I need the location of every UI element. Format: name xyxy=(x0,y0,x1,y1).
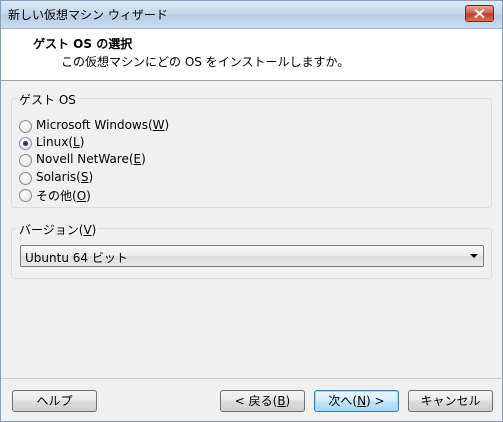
version-group-label: バージョン(V) xyxy=(17,221,99,238)
next-button[interactable]: 次へ(N) > xyxy=(314,390,399,412)
radio-label: Linux(L) xyxy=(36,135,85,149)
radio-label: その他(O) xyxy=(36,189,91,203)
radio-dot xyxy=(23,141,28,146)
radio-button[interactable] xyxy=(19,189,32,202)
close-button[interactable] xyxy=(465,5,494,22)
version-dropdown[interactable]: Ubuntu 64 ビット xyxy=(20,245,484,267)
radio-button-selected[interactable] xyxy=(19,137,32,150)
radio-label: Microsoft Windows(W) xyxy=(36,118,170,132)
page-title: ゲスト OS の選択 xyxy=(33,37,133,51)
radio-label: Solaris(S) xyxy=(36,170,94,184)
wizard-header: ゲスト OS の選択 この仮想マシンにどの OS をインストールしますか。 xyxy=(1,29,502,81)
cancel-button[interactable]: キャンセル xyxy=(408,390,493,412)
close-icon xyxy=(474,9,485,18)
footer-divider xyxy=(1,378,502,379)
radio-button[interactable] xyxy=(19,172,32,185)
help-button[interactable]: ヘルプ xyxy=(12,390,97,412)
radio-button[interactable] xyxy=(19,154,32,167)
back-button[interactable]: < 戻る(B) xyxy=(220,390,305,412)
version-dropdown-value: Ubuntu 64 ビット xyxy=(25,251,128,265)
radio-button[interactable] xyxy=(19,120,32,133)
wizard-window: 新しい仮想マシン ウィザード ゲスト OS の選択 この仮想マシンにどの OS … xyxy=(0,0,503,422)
page-subtitle: この仮想マシンにどの OS をインストールしますか。 xyxy=(61,55,350,69)
title-bar[interactable]: 新しい仮想マシン ウィザード xyxy=(1,1,502,29)
chevron-down-icon[interactable] xyxy=(470,254,478,258)
guest-os-group-label: ゲスト OS xyxy=(17,91,78,108)
radio-label: Novell NetWare(E) xyxy=(36,152,146,166)
window-title: 新しい仮想マシン ウィザード xyxy=(8,8,168,22)
